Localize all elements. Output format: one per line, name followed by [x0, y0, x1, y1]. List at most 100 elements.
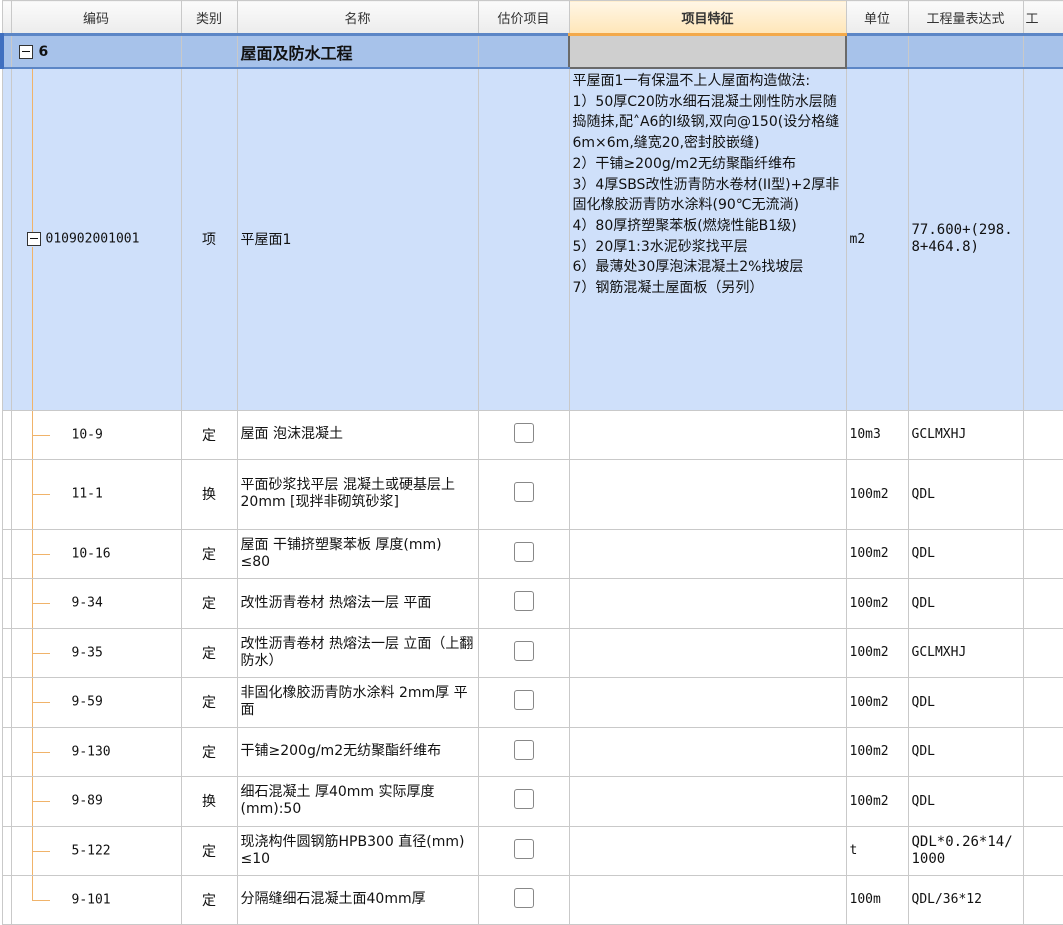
quota-row[interactable]: 10-9 定 屋面 泡沫混凝土 10m3 GCLMXHJ — [1, 409, 1063, 460]
row-selector[interactable] — [1, 577, 12, 629]
section-code-cell[interactable]: 6 — [10, 33, 182, 69]
list-code-cell[interactable]: 010902001001 — [10, 67, 182, 411]
list-item-row[interactable]: 010902001001 项 平屋面1 平屋面1一有保温不上人屋面构造做法: 1… — [1, 67, 1063, 411]
quota-extra-cell[interactable] — [1022, 577, 1063, 629]
quota-type[interactable]: 换 — [180, 775, 238, 827]
estimate-cell[interactable] — [477, 409, 570, 460]
quota-code-cell[interactable]: 5-122 — [10, 825, 182, 876]
estimate-cell[interactable] — [477, 775, 570, 827]
quota-row[interactable]: 9-89 换 细石混凝土 厚40mm 实际厚度(mm):50 100m2 QDL — [1, 775, 1063, 827]
quota-unit[interactable]: 100m2 — [845, 458, 909, 530]
quota-name[interactable]: 屋面 干铺挤塑聚苯板 厚度(mm) ≤80 — [236, 528, 479, 579]
list-expression[interactable]: 77.600+(298.8+464.8) — [907, 67, 1024, 411]
quota-feature-cell[interactable] — [568, 577, 847, 629]
quota-row[interactable]: 9-130 定 干铺≥200g/m2无纺聚酯纤维布 100m2 QDL — [1, 726, 1063, 777]
section-unit-cell[interactable] — [845, 33, 909, 69]
quota-feature-cell[interactable] — [568, 676, 847, 728]
quota-type[interactable]: 定 — [180, 528, 238, 579]
quota-code-cell[interactable]: 10-16 — [10, 528, 182, 579]
quota-row[interactable]: 9-34 定 改性沥青卷材 热熔法一层 平面 100m2 QDL — [1, 577, 1063, 629]
quota-unit[interactable]: 10m3 — [845, 409, 909, 460]
row-selector[interactable] — [0, 33, 12, 69]
col-header-estimate[interactable]: 估价项目 — [477, 0, 570, 35]
quota-name[interactable]: 改性沥青卷材 热熔法一层 立面（上翻防水） — [236, 627, 479, 678]
section-extra-cell[interactable] — [1022, 33, 1063, 69]
quota-extra-cell[interactable] — [1022, 775, 1063, 827]
quota-unit[interactable]: 100m2 — [845, 627, 909, 678]
quota-extra-cell[interactable] — [1022, 825, 1063, 876]
col-header-type[interactable]: 类别 — [180, 0, 238, 35]
estimate-checkbox[interactable] — [513, 739, 534, 760]
estimate-checkbox[interactable] — [513, 690, 534, 710]
quota-feature-cell[interactable] — [568, 528, 847, 579]
estimate-cell[interactable] — [477, 676, 570, 728]
quota-unit[interactable]: 100m2 — [845, 676, 909, 728]
section-row[interactable]: 6 屋面及防水工程 — [0, 33, 1063, 69]
quota-code-cell[interactable]: 9-89 — [10, 775, 182, 827]
quota-code-cell[interactable]: 11-1 — [10, 458, 182, 530]
quota-name[interactable]: 现浇构件圆钢筋HPB300 直径(mm) ≤10 — [236, 825, 479, 876]
quota-feature-cell[interactable] — [568, 775, 847, 827]
quota-expression[interactable]: GCLMXHJ — [907, 409, 1024, 460]
row-selector[interactable] — [1, 726, 12, 777]
quota-feature-cell[interactable] — [568, 409, 847, 460]
quota-code-cell[interactable]: 10-9 — [10, 409, 182, 460]
estimate-cell[interactable] — [477, 577, 570, 629]
collapse-icon[interactable] — [18, 44, 33, 59]
quota-row[interactable]: 9-35 定 改性沥青卷材 热熔法一层 立面（上翻防水） 100m2 GCLMX… — [1, 627, 1063, 678]
quota-expression[interactable]: QDL*0.26*14/1000 — [907, 825, 1024, 876]
col-header-cutoff[interactable]: 工 — [1022, 0, 1063, 35]
row-selector[interactable] — [1, 528, 12, 579]
quota-row[interactable]: 5-122 定 现浇构件圆钢筋HPB300 直径(mm) ≤10 t QDL*0… — [1, 825, 1063, 876]
quota-code-cell[interactable]: 9-130 — [10, 726, 182, 777]
quota-extra-cell[interactable] — [1022, 458, 1063, 530]
quota-type[interactable]: 定 — [180, 577, 238, 629]
section-type-cell[interactable] — [180, 33, 238, 69]
estimate-cell[interactable] — [477, 726, 570, 777]
row-selector[interactable] — [1, 627, 12, 678]
list-name[interactable]: 平屋面1 — [236, 67, 479, 411]
row-selector[interactable] — [1, 458, 12, 530]
quota-extra-cell[interactable] — [1022, 676, 1063, 728]
quota-unit[interactable]: 100m2 — [845, 726, 909, 777]
estimate-cell[interactable] — [477, 825, 570, 876]
row-selector[interactable] — [1, 676, 12, 728]
col-header-unit[interactable]: 单位 — [845, 0, 909, 35]
collapse-icon[interactable] — [26, 232, 41, 247]
col-header-name[interactable]: 名称 — [236, 0, 479, 35]
quota-name[interactable]: 干铺≥200g/m2无纺聚酯纤维布 — [236, 726, 479, 777]
quota-row[interactable]: 9-59 定 非固化橡胶沥青防水涂料 2mm厚 平面 100m2 QDL — [1, 676, 1063, 728]
list-estimate-cell[interactable] — [477, 67, 570, 411]
list-unit[interactable]: m2 — [845, 67, 909, 411]
quota-row[interactable]: 10-16 定 屋面 干铺挤塑聚苯板 厚度(mm) ≤80 100m2 QDL — [1, 528, 1063, 579]
col-header-expression[interactable]: 工程量表达式 — [907, 0, 1024, 35]
quota-name[interactable]: 非固化橡胶沥青防水涂料 2mm厚 平面 — [236, 676, 479, 728]
row-selector[interactable] — [1, 775, 12, 827]
row-selector[interactable] — [1, 825, 12, 876]
quota-unit[interactable]: 100m2 — [845, 577, 909, 629]
col-header-feature[interactable]: 项目特征 — [568, 0, 847, 36]
list-type[interactable]: 项 — [180, 67, 238, 411]
quota-unit[interactable]: 100m2 — [845, 528, 909, 579]
section-name[interactable]: 屋面及防水工程 — [236, 33, 479, 69]
quota-expression[interactable]: QDL — [907, 458, 1024, 530]
estimate-checkbox[interactable] — [513, 789, 534, 809]
list-extra-cell[interactable] — [1022, 67, 1063, 411]
estimate-checkbox[interactable] — [513, 482, 534, 502]
quota-code-cell[interactable]: 9-35 — [10, 627, 182, 678]
section-expression-cell[interactable] — [907, 33, 1024, 69]
section-feature-cell[interactable] — [568, 33, 847, 69]
quota-type[interactable]: 定 — [180, 627, 238, 678]
quota-name[interactable]: 改性沥青卷材 热熔法一层 平面 — [236, 577, 479, 629]
quota-feature-cell[interactable] — [568, 726, 847, 777]
quota-name[interactable]: 平面砂浆找平层 混凝土或硬基层上 20mm [现拌非砌筑砂浆] — [236, 458, 479, 530]
quota-type[interactable]: 换 — [180, 458, 238, 530]
quota-expression[interactable]: QDL — [907, 528, 1024, 579]
quota-expression[interactable]: GCLMXHJ — [907, 627, 1024, 678]
quota-type[interactable]: 定 — [180, 825, 238, 876]
quota-expression[interactable]: QDL — [907, 676, 1024, 728]
quota-type[interactable]: 定 — [180, 409, 238, 460]
quota-code-cell[interactable]: 9-59 — [10, 676, 182, 728]
estimate-checkbox[interactable] — [513, 541, 534, 562]
quota-name[interactable]: 屋面 泡沫混凝土 — [236, 409, 479, 460]
